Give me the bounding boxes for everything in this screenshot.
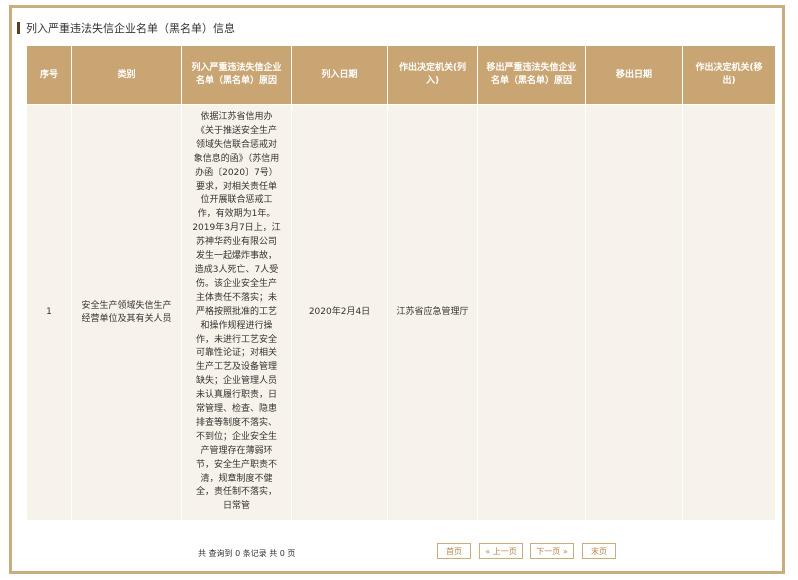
cell-date-in: 2020年2月4日 (291, 103, 388, 522)
first-page-button[interactable]: 首页 (437, 543, 471, 559)
cell-authority-in: 江苏省应急管理厅 (387, 103, 478, 522)
cell-index: 1 (26, 103, 72, 522)
next-page-button[interactable]: 下一页 » (530, 543, 574, 559)
cell-authority-out (682, 103, 776, 522)
pagination: 共 查询到 0 条记录 共 0 页 首页 « 上一页 下一页 » 末页 (26, 543, 775, 563)
column-header-index: 序号 (26, 45, 72, 105)
column-header-date-in: 列入日期 (291, 45, 388, 105)
cell-category: 安全生产领域失信生产经营单位及其有关人员 (71, 103, 182, 522)
column-header-date-out: 移出日期 (585, 45, 683, 105)
last-page-button[interactable]: 末页 (582, 543, 616, 559)
pagination-info: 共 查询到 0 条记录 共 0 页 (198, 549, 296, 558)
title-marker (17, 22, 20, 34)
cell-date-out (585, 103, 683, 522)
column-header-reason-in: 列入严重违法失信企业名单（黑名单）原因 (181, 45, 292, 105)
column-header-authority-out: 作出决定机关(移出) (682, 45, 776, 105)
blacklist-table: 序号 类别 列入严重违法失信企业名单（黑名单）原因 列入日期 作出决定机关(列入… (26, 45, 776, 522)
table-row: 1 安全生产领域失信生产经营单位及其有关人员 依据江苏省信用办《关于推送安全生产… (26, 103, 776, 522)
section-title: 列入严重违法失信企业名单（黑名单）信息 (17, 20, 235, 36)
column-header-category: 类别 (71, 45, 182, 105)
column-header-authority-in: 作出决定机关(列入) (387, 45, 478, 105)
column-header-reason-out: 移出严重违法失信企业名单（黑名单）原因 (477, 45, 586, 105)
section-title-text: 列入严重违法失信企业名单（黑名单）信息 (26, 22, 235, 35)
cell-reason-out (477, 103, 586, 522)
table-header-row: 序号 类别 列入严重违法失信企业名单（黑名单）原因 列入日期 作出决定机关(列入… (26, 45, 776, 105)
cell-reason-in: 依据江苏省信用办《关于推送安全生产领域失信联合惩戒对象信息的函》（苏信用办函〔2… (181, 103, 292, 522)
prev-page-button[interactable]: « 上一页 (479, 543, 523, 559)
